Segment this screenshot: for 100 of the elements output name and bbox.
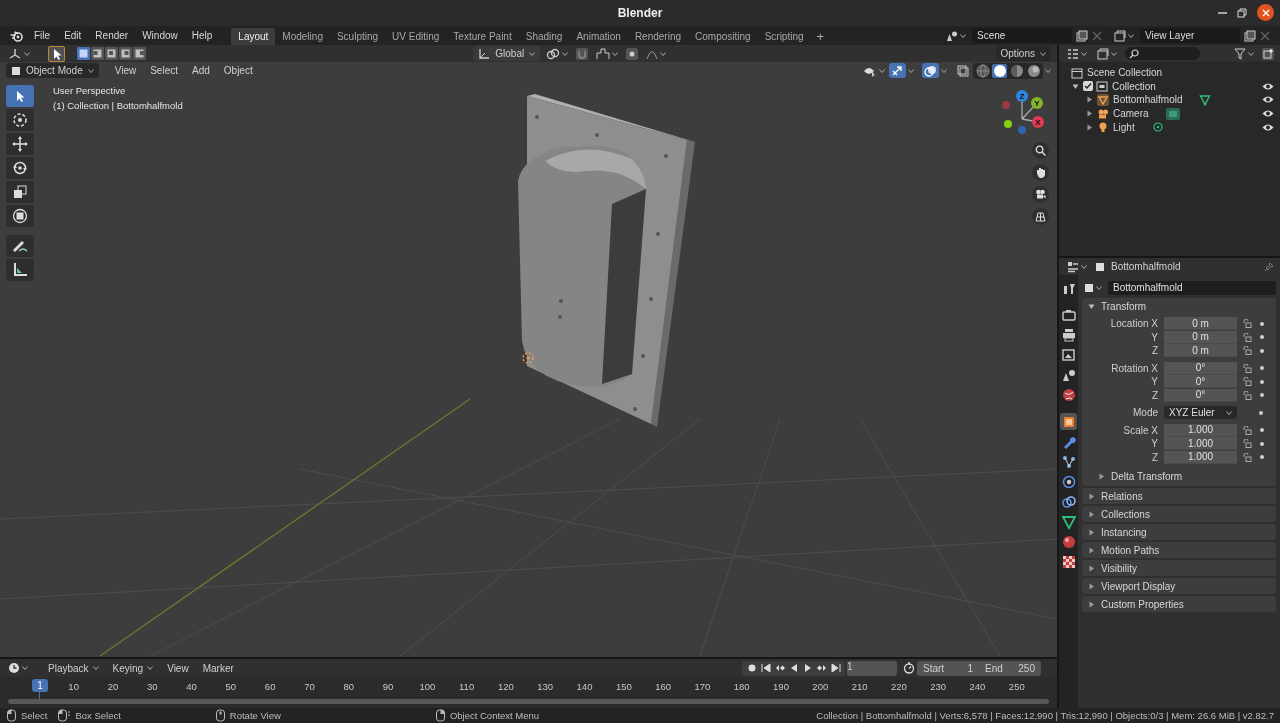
menu-item[interactable]: Help	[184, 27, 220, 44]
frame-tick-label: 190	[772, 680, 790, 692]
outliner-item[interactable]: Scene Collection	[1087, 67, 1163, 79]
mode-dropdown[interactable]: XYZ Euler	[1164, 406, 1237, 420]
panel-header[interactable]: Motion Paths	[1082, 542, 1276, 558]
frame-tick-label: 120	[497, 680, 515, 692]
number-field[interactable]: 0°	[1164, 375, 1237, 389]
viewport-info-text: User Perspective	[53, 85, 127, 96]
status-hint: Box Select	[75, 710, 121, 721]
start-frame-field[interactable]: Start 1	[917, 662, 979, 674]
menu-item[interactable]: Object	[217, 63, 259, 78]
menu-item[interactable]: Add	[186, 63, 216, 78]
field-label: Z	[1150, 389, 1159, 401]
outliner-item[interactable]: Bottomhalfmold	[1113, 94, 1183, 106]
panel-header[interactable]: Instancing	[1082, 524, 1276, 540]
playhead-frame[interactable]: 1	[32, 679, 48, 692]
menu-item[interactable]: File	[27, 27, 58, 44]
menu-item[interactable]: Edit	[57, 27, 89, 44]
object-name-field[interactable]: Bottomhalfmold	[1108, 280, 1276, 295]
workspace-tab[interactable]: Compositing	[688, 28, 758, 45]
axis-label: Z	[1019, 92, 1025, 101]
frame-tick-label: 210	[850, 680, 869, 692]
frame-tick-label: 180	[732, 680, 751, 692]
panel-header[interactable]: Relations	[1082, 488, 1276, 504]
subpanel-header[interactable]: Delta Transform	[1082, 468, 1183, 484]
context-path: Bottomhalfmold	[1111, 261, 1181, 272]
field-label: Y	[1150, 331, 1159, 343]
frame-tick-label: 230	[929, 680, 948, 692]
panel-header[interactable]: Custom Properties	[1082, 596, 1276, 612]
field-label: Rotation X	[1110, 362, 1159, 374]
panel-header[interactable]: Transform	[1082, 298, 1276, 314]
menu-item[interactable]: Playback	[42, 660, 105, 676]
frame-tick-label: 10	[67, 680, 80, 692]
options-dropdown[interactable]: Options	[995, 46, 1051, 61]
number-field[interactable]: 1.000	[1164, 437, 1237, 451]
number-field[interactable]: 0 m	[1164, 317, 1237, 331]
frame-tick-label: 60	[263, 680, 277, 692]
axis-label: X	[1035, 118, 1041, 127]
end-frame-field[interactable]: End 250	[979, 662, 1041, 674]
field-label: Y	[1150, 376, 1159, 388]
orientation-dropdown[interactable]: Global	[473, 46, 541, 61]
status-hint: Object Context Menu	[449, 710, 540, 721]
number-field[interactable]: 0°	[1164, 388, 1237, 402]
menu-item[interactable]: Window	[135, 27, 185, 44]
scene-name-field[interactable]: Scene	[972, 28, 1072, 43]
field-label: Z	[1150, 451, 1159, 463]
menu-item[interactable]: Keying	[106, 660, 160, 676]
workspace-tab[interactable]: Rendering	[627, 28, 689, 45]
panel-header[interactable]: Visibility	[1082, 560, 1276, 576]
number-field[interactable]: 1.000	[1164, 450, 1237, 464]
number-field[interactable]: 0 m	[1164, 330, 1237, 344]
workspace-tab[interactable]: Modeling	[275, 28, 330, 45]
view-layer-name-field[interactable]: View Layer	[1140, 28, 1240, 43]
workspace-tab[interactable]: Texture Paint	[446, 28, 519, 45]
frame-tick-label: 90	[381, 680, 395, 692]
frame-tick-label: 170	[693, 680, 712, 692]
window-title: Blender	[617, 6, 663, 20]
scene-statistics: Collection | Bottomhalfmold | Verts:6,578 | Faces:12,990 | Tris:12,990 | Objects:0/3 | Mem: 26.6 MiB | v2.82.7	[816, 710, 1274, 721]
axis-label: Y	[1034, 99, 1040, 108]
frame-tick-label: 220	[889, 680, 908, 692]
outliner-item[interactable]: Camera	[1113, 108, 1149, 120]
number-field[interactable]: 0 m	[1164, 344, 1237, 358]
outliner-item[interactable]: Collection	[1112, 80, 1156, 92]
outliner-item[interactable]: Light	[1113, 121, 1135, 133]
number-field[interactable]: 0°	[1164, 361, 1237, 375]
panel-header[interactable]: Viewport Display	[1082, 578, 1276, 594]
field-label: Y	[1150, 438, 1159, 450]
workspace-tab[interactable]: Scripting	[757, 28, 811, 45]
frame-tick-label: 200	[811, 680, 830, 692]
current-frame-field[interactable]: 1	[847, 660, 897, 676]
viewport-info-text: (1) Collection | Bottomhalfmold	[53, 100, 183, 111]
workspace-tab[interactable]: Shading	[518, 28, 570, 45]
status-hint: Select	[21, 710, 48, 721]
frame-tick-label: 40	[185, 680, 198, 692]
field-label: Mode	[1132, 407, 1159, 419]
field-label: Scale X	[1122, 424, 1159, 436]
menu-item[interactable]: View	[108, 63, 143, 78]
frame-tick-label: 140	[575, 680, 594, 692]
frame-tick-label: 30	[145, 680, 159, 692]
frame-tick-label: 130	[536, 680, 555, 692]
panel-header[interactable]: Collections	[1082, 506, 1276, 522]
menu-item[interactable]: Select	[144, 63, 184, 78]
field-label: Location X	[1109, 318, 1159, 330]
workspace-tab[interactable]: Layout	[231, 28, 276, 45]
frame-tick-label: 250	[1007, 680, 1026, 692]
frame-tick-label: 100	[418, 680, 437, 692]
add-workspace-button[interactable]: +	[810, 28, 831, 45]
workspace-tab[interactable]: UV Editing	[385, 28, 447, 45]
frame-tick-label: 70	[303, 680, 316, 692]
menu-item[interactable]: Marker	[196, 660, 240, 676]
workspace-tab[interactable]: Animation	[569, 28, 628, 45]
number-field[interactable]: 1.000	[1164, 423, 1237, 437]
frame-tick-label: 50	[224, 680, 238, 692]
menu-item[interactable]: Render	[88, 27, 136, 44]
frame-tick-label: 20	[106, 680, 120, 692]
field-label: Z	[1150, 345, 1159, 357]
workspace-tab[interactable]: Sculpting	[329, 28, 386, 45]
frame-tick-label: 160	[654, 680, 673, 692]
mode-dropdown[interactable]: Object Mode	[6, 63, 99, 78]
menu-item[interactable]: View	[161, 660, 195, 676]
